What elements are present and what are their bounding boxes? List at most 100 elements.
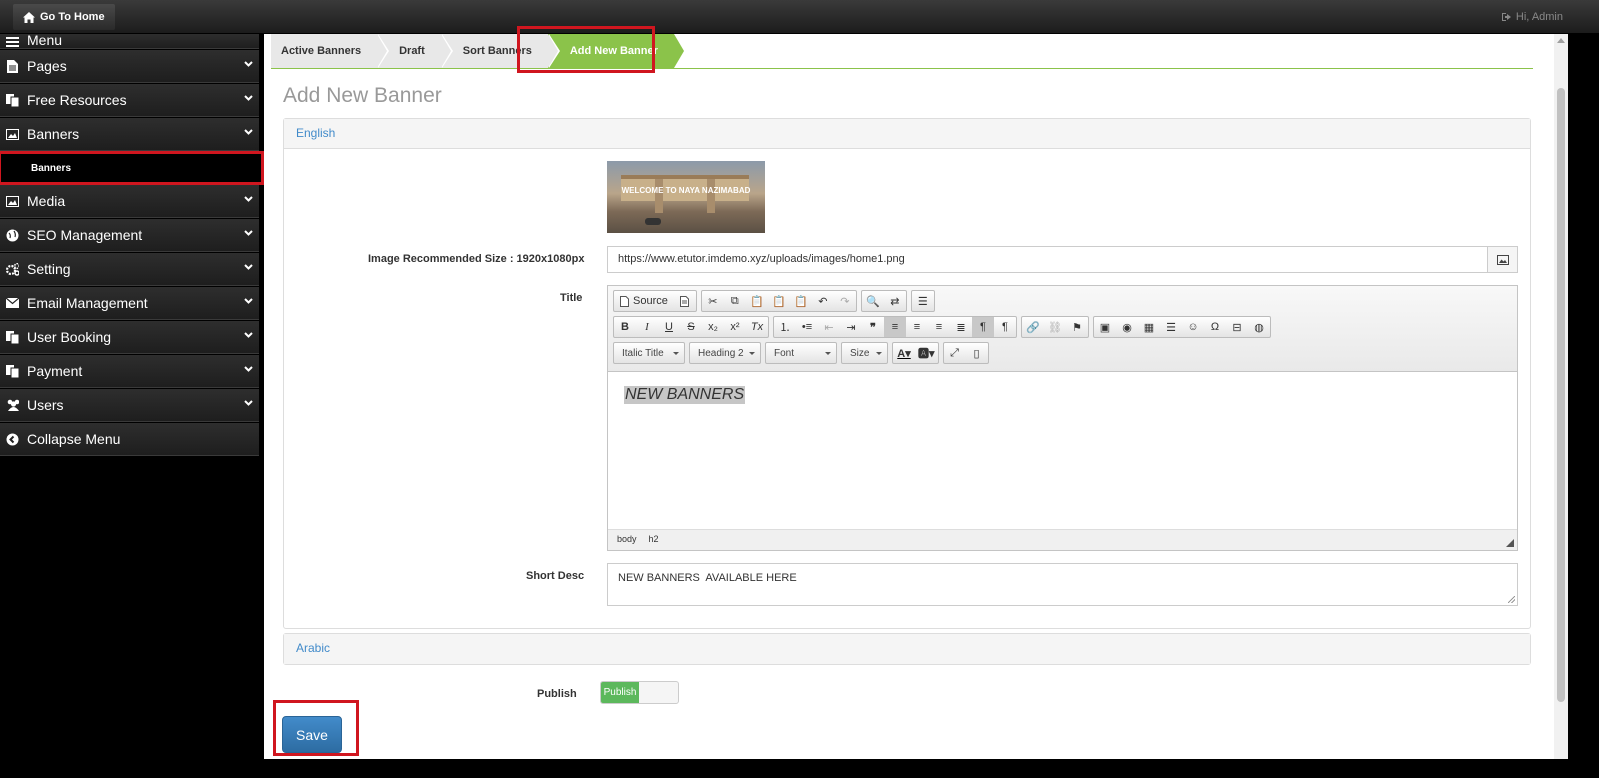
scroll-up-arrow-icon[interactable] (1557, 38, 1565, 43)
italic-icon[interactable]: I (636, 317, 658, 337)
align-center-icon[interactable]: ≡ (906, 317, 928, 337)
sidebar-item-setting[interactable]: Setting (0, 253, 259, 286)
path-body[interactable]: body (617, 534, 637, 546)
styles-dropdown[interactable]: Italic Title (613, 342, 685, 364)
redo-icon[interactable]: ↷ (834, 291, 856, 311)
page-break-icon[interactable]: ⊟ (1226, 317, 1248, 337)
publish-toggle[interactable]: Publish (600, 681, 679, 704)
user-menu[interactable]: Hi, Admin (1501, 11, 1563, 23)
sidebar-item-seo-management[interactable]: SEO Management (0, 219, 259, 252)
scrollbar-thumb[interactable] (1557, 88, 1565, 702)
image-url-input[interactable]: https://www.etutor.imdemo.xyz/uploads/im… (607, 246, 1488, 273)
publish-label: Publish (537, 688, 577, 700)
paste-word-icon[interactable]: 📋 (790, 291, 812, 311)
subscript-icon[interactable]: x₂ (702, 317, 724, 337)
textarea-resize-grip[interactable] (1508, 596, 1515, 603)
text-color-icon[interactable]: A▾ (893, 343, 915, 363)
anchor-flag-icon[interactable]: ⚑ (1066, 317, 1088, 337)
find-icon[interactable]: 🔍 (862, 291, 884, 311)
sidebar-subitem-banners[interactable]: Banners (0, 151, 264, 185)
justify-icon[interactable]: ≣ (950, 317, 972, 337)
image-browse-button[interactable] (1487, 246, 1518, 273)
source-button[interactable]: Source (614, 291, 674, 311)
toolbar-row: B I U S x₂ x² Tx ⒈ •≡ ⇤ ⇥ ❞ ≡ ≡ ≡ ≣ ¶ ¶ … (613, 316, 1512, 338)
strikethrough-icon[interactable]: S (680, 317, 702, 337)
font-dropdown[interactable]: Font (765, 342, 837, 364)
numbered-list-icon[interactable]: ⒈ (774, 317, 796, 337)
toolbar-group-basic: B I U S x₂ x² Tx (613, 316, 769, 338)
show-blocks-icon[interactable]: ▯ (966, 343, 988, 363)
image-icon[interactable]: ▣ (1094, 317, 1116, 337)
sidebar-item-menu[interactable]: Menu (0, 34, 259, 49)
new-page-button[interactable] (674, 291, 696, 311)
breadcrumb: Active Banners Draft Sort Banners Add Ne… (271, 34, 1533, 69)
align-left-icon[interactable]: ≡ (884, 317, 906, 337)
go-to-home-button[interactable]: Go To Home (13, 4, 115, 30)
bold-icon[interactable]: B (614, 317, 636, 337)
maximize-icon[interactable]: ⤢ (944, 343, 966, 363)
english-panel: English WELCOME TO NAYA NAZIMABAD Image … (283, 118, 1531, 629)
link-icon[interactable]: 🔗 (1022, 317, 1044, 337)
sidebar-item-collapse-menu[interactable]: Collapse Menu (0, 423, 259, 456)
outdent-icon[interactable]: ⇤ (818, 317, 840, 337)
toolbar-group-find: 🔍 ⇄ (860, 290, 907, 312)
sidebar-item-users[interactable]: Users (0, 389, 259, 422)
sidebar-item-label: Media (27, 193, 66, 209)
background-color-icon[interactable]: 🅰▾ (915, 343, 938, 363)
sidebar-item-email-management[interactable]: Email Management (0, 287, 259, 320)
replace-icon[interactable]: ⇄ (884, 291, 906, 311)
toolbar-group-links: 🔗 ⛓ ⚑ (1021, 316, 1089, 338)
smiley-icon[interactable]: ☺ (1182, 317, 1204, 337)
chevron-down-icon (244, 264, 253, 270)
superscript-icon[interactable]: x² (724, 317, 746, 337)
iframe-globe-icon[interactable]: ◍ (1248, 317, 1270, 337)
table-icon[interactable]: ▦ (1138, 317, 1160, 337)
arabic-panel-heading[interactable]: Arabic (284, 634, 1530, 664)
editor-element-path: body h2 (608, 529, 1517, 550)
align-right-icon[interactable]: ≡ (928, 317, 950, 337)
sidebar-item-label: Banners (27, 126, 80, 142)
flash-icon[interactable]: ◉ (1116, 317, 1138, 337)
paste-text-icon[interactable]: 📋 (768, 291, 790, 311)
editor-content-area[interactable]: NEW BANNERS (608, 372, 1517, 529)
bulleted-list-icon[interactable]: •≡ (796, 317, 818, 337)
path-h2[interactable]: h2 (649, 534, 659, 546)
resize-handle[interactable] (1506, 539, 1514, 547)
paste-icon[interactable]: 📋 (746, 291, 768, 311)
chevron-down-icon (244, 129, 253, 135)
sidebar-item-label: Pages (27, 58, 67, 74)
banner-image-text: WELCOME TO NAYA NAZIMABAD (621, 186, 751, 195)
sidebar-item-label: SEO Management (27, 227, 143, 243)
breadcrumb-active-banners[interactable]: Active Banners (271, 34, 390, 68)
underline-icon[interactable]: U (658, 317, 680, 337)
remove-format-icon[interactable]: Tx (746, 317, 768, 337)
sidebar-item-banners[interactable]: Banners (0, 118, 259, 151)
indent-icon[interactable]: ⇥ (840, 317, 862, 337)
size-dropdown[interactable]: Size (841, 342, 888, 364)
unlink-icon[interactable]: ⛓ (1044, 317, 1066, 337)
copy-icon[interactable]: ⧉ (724, 291, 746, 311)
text-direction-rtl-icon[interactable]: ¶ (994, 317, 1016, 337)
text-direction-ltr-icon[interactable]: ¶ (972, 317, 994, 337)
horizontal-line-icon[interactable]: ☰ (1160, 317, 1182, 337)
short-desc-textarea[interactable]: NEW BANNERS AVAILABLE HERE (607, 563, 1518, 606)
sidebar-item-user-booking[interactable]: User Booking (0, 321, 259, 354)
title-rich-text-editor: Source ✂ ⧉ 📋 📋 📋 ↶ ↷ 🔍 ⇄ ☰ B I U S x₂ x²… (607, 285, 1518, 551)
english-panel-heading[interactable]: English (284, 119, 1530, 149)
vertical-scrollbar[interactable] (1554, 34, 1568, 759)
pillar-shape (655, 179, 663, 213)
cut-icon[interactable]: ✂ (702, 291, 724, 311)
blockquote-icon[interactable]: ❞ (862, 317, 884, 337)
undo-icon[interactable]: ↶ (812, 291, 834, 311)
chevron-down-icon (244, 61, 253, 67)
sidebar-item-payment[interactable]: Payment (0, 355, 259, 388)
chevron-down-icon (244, 332, 253, 338)
toolbar-group-clipboard: ✂ ⧉ 📋 📋 📋 ↶ ↷ (700, 290, 857, 312)
sidebar-item-pages[interactable]: Pages (0, 50, 259, 83)
sidebar-item-label: Users (27, 397, 64, 413)
special-char-icon[interactable]: Ω (1204, 317, 1226, 337)
sidebar-item-free-resources[interactable]: Free Resources (0, 84, 259, 117)
sidebar-item-media[interactable]: Media (0, 185, 259, 218)
format-dropdown[interactable]: Heading 2 (689, 342, 761, 364)
select-all-icon[interactable]: ☰ (912, 291, 934, 311)
